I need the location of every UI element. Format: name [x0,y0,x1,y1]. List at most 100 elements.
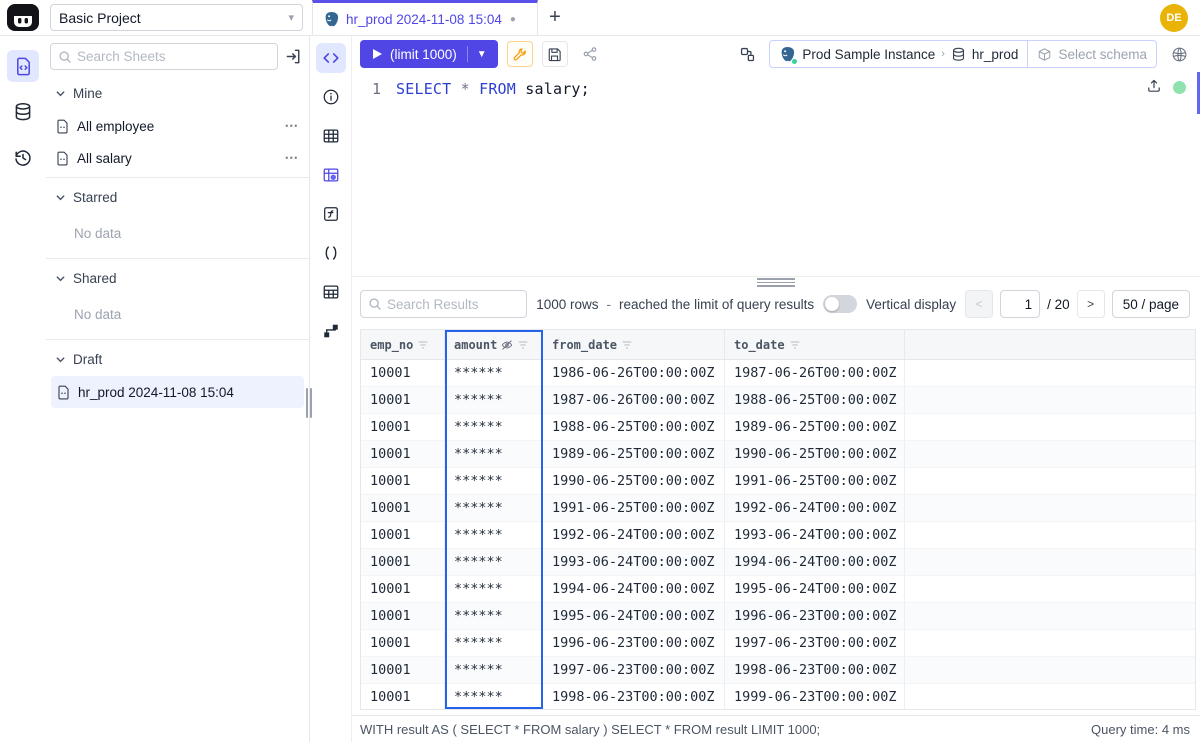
results-search-input[interactable] [387,297,519,312]
table-cell[interactable]: 1994-06-24T00:00:00Z [725,549,905,575]
table-cell[interactable]: 1997-06-23T00:00:00Z [543,657,725,683]
next-page-button[interactable]: > [1077,290,1105,318]
table-cell[interactable]: ****** [445,522,543,548]
sort-icon[interactable] [789,339,801,351]
page-size-select[interactable]: 50 / page [1112,290,1190,318]
table-cell[interactable]: 1996-06-23T00:00:00Z [543,630,725,656]
section-shared[interactable]: Shared [46,262,309,295]
sidebar-resize-handle[interactable] [306,388,313,418]
sql-code-line[interactable]: SELECT * FROM salary; [396,80,590,276]
table-cell[interactable]: 10001 [361,495,445,521]
table-cell[interactable]: 10001 [361,522,445,548]
column-header-amount[interactable]: amount [445,330,543,359]
table-row[interactable]: 10001******1991-06-25T00:00:00Z1992-06-2… [361,495,1195,522]
ellipsis-icon[interactable]: ⋯ [285,118,300,134]
ai-assistant-button[interactable] [1166,41,1192,67]
schema-selector[interactable]: Select schema [1028,47,1156,62]
table-cell[interactable]: 10001 [361,549,445,575]
run-button-main[interactable]: (limit 1000) [362,47,467,62]
table-cell[interactable]: 1994-06-24T00:00:00Z [543,576,725,602]
table-cell[interactable]: 10001 [361,414,445,440]
schema-diagram-icon[interactable] [316,316,346,346]
save-button[interactable] [542,41,568,67]
sidebar-item-draft-hr-prod[interactable]: hr_prod 2024-11-08 15:04 [51,376,304,408]
table-cell[interactable]: ****** [445,414,543,440]
sql-editor[interactable]: 1 SELECT * FROM salary; [352,72,1200,277]
sort-icon[interactable] [417,339,429,351]
table-cell[interactable]: 1998-06-23T00:00:00Z [725,657,905,683]
table-cell[interactable]: ****** [445,549,543,575]
import-sheet-icon[interactable] [284,47,303,66]
table-cell[interactable]: ****** [445,387,543,413]
sidebar-item-all-employee[interactable]: All employee ⋯ [46,110,309,142]
section-mine[interactable]: Mine [46,77,309,110]
table-row[interactable]: 10001******1989-06-25T00:00:00Z1990-06-2… [361,441,1195,468]
table-cell[interactable]: 1989-06-25T00:00:00Z [725,414,905,440]
sheet-table-panel-icon[interactable] [316,277,346,307]
table-row[interactable]: 10001******1996-06-23T00:00:00Z1997-06-2… [361,630,1195,657]
table-cell[interactable]: 10001 [361,387,445,413]
table-cell[interactable]: 1992-06-24T00:00:00Z [725,495,905,521]
column-header-from-date[interactable]: from_date [543,330,725,359]
vertical-display-toggle[interactable] [823,295,857,313]
table-cell[interactable]: 1990-06-25T00:00:00Z [725,441,905,467]
table-row[interactable]: 10001******1990-06-25T00:00:00Z1991-06-2… [361,468,1195,495]
sidebar-item-all-salary[interactable]: All salary ⋯ [46,142,309,174]
table-cell[interactable]: 1991-06-25T00:00:00Z [725,468,905,494]
table-ai-panel-icon[interactable] [316,160,346,190]
table-cell[interactable]: 10001 [361,360,445,386]
table-cell[interactable]: 1999-06-23T00:00:00Z [725,684,905,710]
table-row[interactable]: 10001******1987-06-26T00:00:00Z1988-06-2… [361,387,1195,414]
upload-icon[interactable] [1146,78,1162,94]
table-cell[interactable]: 1988-06-25T00:00:00Z [725,387,905,413]
nav-worksheets-icon[interactable] [7,50,39,82]
sheet-search[interactable] [50,43,278,70]
table-cell[interactable]: 10001 [361,603,445,629]
table-cell[interactable]: ****** [445,360,543,386]
nav-history-icon[interactable] [7,142,39,174]
table-cell[interactable]: 1986-06-26T00:00:00Z [543,360,725,386]
table-panel-icon[interactable] [316,121,346,151]
table-cell[interactable]: 1989-06-25T00:00:00Z [543,441,725,467]
table-cell[interactable]: ****** [445,630,543,656]
table-cell[interactable]: ****** [445,495,543,521]
tab-hr-prod[interactable]: hr_prod 2024-11-08 15:04 ● [312,0,538,35]
table-cell[interactable]: 1993-06-24T00:00:00Z [543,549,725,575]
batch-query-button[interactable] [734,41,760,67]
table-cell[interactable]: 10001 [361,441,445,467]
table-row[interactable]: 10001******1995-06-24T00:00:00Z1996-06-2… [361,603,1195,630]
avatar[interactable]: DE [1160,4,1188,32]
table-cell[interactable]: 1987-06-26T00:00:00Z [725,360,905,386]
section-draft[interactable]: Draft [46,343,309,376]
info-icon[interactable] [316,82,346,112]
table-cell[interactable]: 1995-06-24T00:00:00Z [543,603,725,629]
column-header-emp-no[interactable]: emp_no [361,330,445,359]
page-number-input[interactable] [1000,290,1040,318]
prev-page-button[interactable]: < [965,290,993,318]
table-row[interactable]: 10001******1994-06-24T00:00:00Z1995-06-2… [361,576,1195,603]
column-header-to-date[interactable]: to_date [725,330,905,359]
table-row[interactable]: 10001******1988-06-25T00:00:00Z1989-06-2… [361,414,1195,441]
function-panel-icon[interactable] [316,199,346,229]
table-cell[interactable]: 10001 [361,576,445,602]
nav-databases-icon[interactable] [7,96,39,128]
table-cell[interactable]: 1993-06-24T00:00:00Z [725,522,905,548]
table-cell[interactable]: ****** [445,657,543,683]
table-cell[interactable]: 1988-06-25T00:00:00Z [543,414,725,440]
table-row[interactable]: 10001******1986-06-26T00:00:00Z1987-06-2… [361,360,1195,387]
table-cell[interactable]: ****** [445,468,543,494]
sort-icon[interactable] [517,339,529,351]
table-cell[interactable]: 1987-06-26T00:00:00Z [543,387,725,413]
table-cell[interactable]: 10001 [361,684,445,710]
sort-icon[interactable] [621,339,633,351]
project-selector[interactable]: Basic Project ▾ [50,4,303,31]
results-search[interactable] [360,290,527,318]
table-cell[interactable]: 10001 [361,468,445,494]
table-row[interactable]: 10001******1992-06-24T00:00:00Z1993-06-2… [361,522,1195,549]
run-options-caret[interactable]: ▼ [468,49,496,60]
new-tab-button[interactable]: + [538,0,572,35]
table-cell[interactable]: 1996-06-23T00:00:00Z [725,603,905,629]
ellipsis-icon[interactable]: ⋯ [285,150,300,166]
table-cell[interactable]: 1991-06-25T00:00:00Z [543,495,725,521]
share-button[interactable] [577,41,603,67]
